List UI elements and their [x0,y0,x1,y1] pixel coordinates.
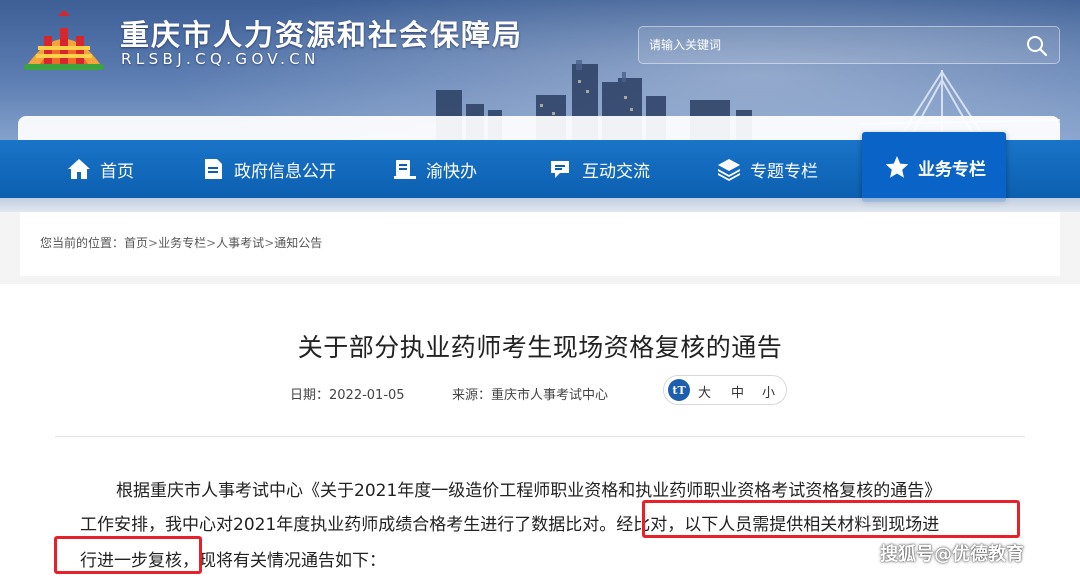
star-icon [885,156,909,178]
breadcrumb-panel: 您当前的位置：首页>业务专栏>人事考试>通知公告 [20,212,1060,276]
text-segment: ，现将有关情况通告如下： [182,551,386,571]
nav-item-government-info[interactable]: 政府信息公开 [200,140,336,198]
nav-item-home[interactable]: 首页 [66,140,134,198]
logo-icon [24,10,104,70]
nav-item-business[interactable]: 业务专栏 [862,132,1006,202]
service-icon [394,160,416,179]
article-paragraph-line-1: 根据重庆市人事考试中心《关于2021年度一级造价工程师职业资格和执业药师职业资格… [116,481,942,501]
breadcrumb-prefix: 您当前的位置： [40,236,125,250]
nav-item-yukuaiban[interactable]: 渝快办 [392,140,477,198]
breadcrumb-separator: > [264,236,275,250]
site-domain: RLSBJ.CQ.GOV.CN [121,50,320,68]
breadcrumb-link-home[interactable]: 首页 [124,236,148,250]
breadcrumb-link-personnel-exam[interactable]: 人事考试 [216,236,264,250]
article-date: 日期：2022-01-05 [290,388,405,403]
search-icon[interactable] [1025,34,1049,58]
main-nav: 首页 政府信息公开 渝快办 互动交流 专题专栏 业务专栏 [0,132,1080,202]
highlight-box [642,500,1020,538]
nav-item-label: 政府信息公开 [234,161,336,182]
font-size-large-button[interactable]: 大 [698,382,711,401]
nav-item-interaction[interactable]: 互动交流 [548,140,650,198]
article-divider [55,436,1025,437]
search-input[interactable] [649,27,999,63]
breadcrumb-separator: > [206,236,217,250]
article-source: 来源：重庆市人事考试中心 [452,388,609,403]
text-segment: 工作安排，我中心对2021年度执业药师成绩合格考生进行了数据比对。 [80,515,617,535]
breadcrumb: 您当前的位置：首页>业务专栏>人事考试>通知公告 [40,234,322,251]
article-title: 关于部分执业药师考生现场资格复核的通告 [297,333,783,362]
font-size-switcher: tT 大 中 小 [663,375,787,405]
document-icon [205,159,222,179]
nav-bottom-band [0,198,1080,212]
nav-item-label: 渝快办 [426,161,477,182]
article: 关于部分执业药师考生现场资格复核的通告 日期：2022-01-05 来源：重庆市… [0,284,1080,579]
font-size-icon: tT [668,379,690,401]
nav-item-special-topics[interactable]: 专题专栏 [716,140,818,198]
home-icon [68,159,90,179]
layers-icon [718,159,740,181]
nav-item-label: 专题专栏 [750,161,818,182]
site-title: 重庆市人力资源和社会保障局 [120,18,524,52]
font-size-small-button[interactable]: 小 [762,382,775,401]
chat-icon [551,161,569,178]
nav-item-label: 互动交流 [582,161,650,182]
nav-item-label: 首页 [100,161,134,182]
search-box [638,26,1060,64]
breadcrumb-link-business[interactable]: 业务专栏 [158,236,206,250]
watermark: 搜狐号@优德教育 [880,544,1024,565]
breadcrumb-separator: > [148,236,159,250]
nav-item-label: 业务专栏 [918,159,986,180]
highlight-box [54,536,202,574]
font-size-medium-button[interactable]: 中 [731,382,744,401]
breadcrumb-link-notices[interactable]: 通知公告 [274,236,322,250]
